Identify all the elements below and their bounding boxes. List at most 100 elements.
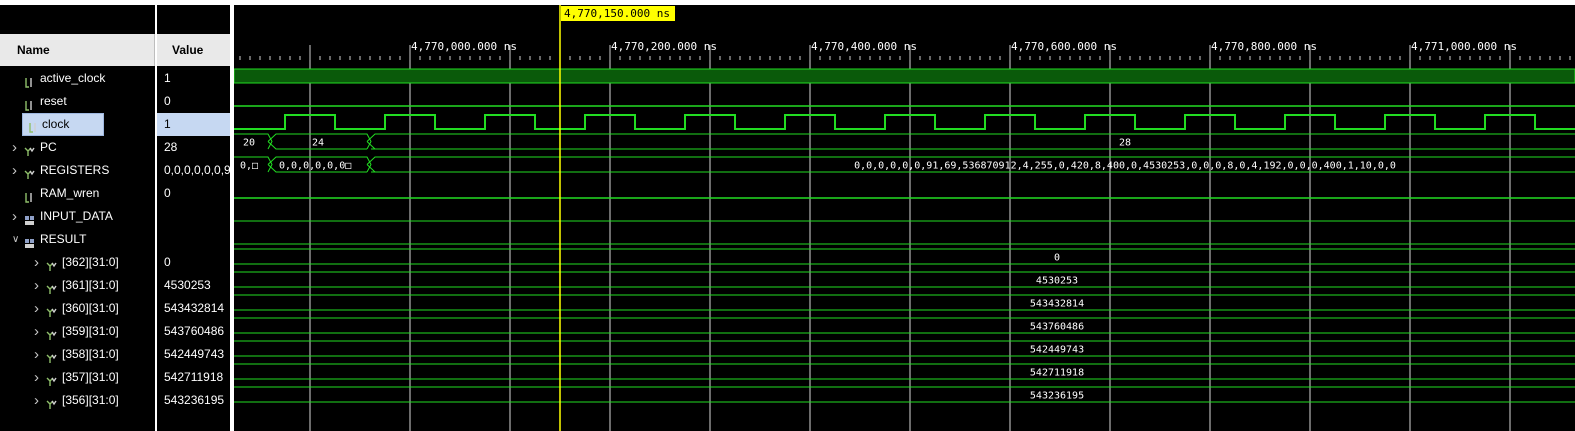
time-label: 4,770,200.000 ns — [611, 40, 717, 53]
signal-value[interactable]: 0 — [157, 90, 230, 113]
signal-row[interactable]: › INPUT_DATA — [0, 205, 155, 228]
signal-value[interactable]: 0 — [157, 251, 230, 274]
bit-signal-icon — [24, 188, 35, 203]
signal-value[interactable]: 543236195 — [157, 389, 230, 412]
bus-signal-icon — [46, 395, 57, 409]
signal-name: PC — [40, 140, 57, 154]
name-column-header[interactable]: Name — [0, 34, 155, 66]
signal-value[interactable] — [157, 228, 230, 251]
result-element-bus-label: 4530253 — [1036, 276, 1078, 287]
signal-name: [362][31:0] — [62, 255, 119, 269]
signal-name: [358][31:0] — [62, 347, 119, 361]
signal-value[interactable]: 28 — [157, 136, 230, 159]
signal-name: reset — [40, 94, 67, 108]
signal-row[interactable]: › [357][31:0] — [0, 366, 155, 389]
time-label: 4,770,400.000 ns — [811, 40, 917, 53]
signal-value[interactable] — [157, 205, 230, 228]
result-element-bus-label: 543236195 — [1030, 391, 1084, 402]
signal-row[interactable]: clock — [22, 113, 104, 136]
pc-bus-segment — [366, 133, 1575, 150]
expand-chevron-icon[interactable]: › — [34, 343, 39, 366]
bus-signal-icon — [46, 349, 57, 363]
signal-value[interactable]: 0 — [157, 182, 230, 205]
pc-bus-label: 28 — [1119, 138, 1131, 149]
signal-row[interactable]: › [361][31:0] — [0, 274, 155, 297]
signal-row[interactable]: › PC — [0, 136, 155, 159]
expand-chevron-icon[interactable]: › — [12, 159, 17, 182]
waveform-canvas[interactable]: 4,770,000.000 ns 4,770,200.000 ns 4,770,40… — [234, 5, 1575, 431]
result-element-bus-label: 543760486 — [1030, 322, 1084, 333]
pc-bus-label: 24 — [312, 138, 324, 149]
bus-signal-icon — [46, 372, 57, 386]
result-element-bus-label: 543432814 — [1030, 299, 1084, 310]
signal-name: RAM_wren — [40, 186, 100, 200]
result-element-bus-label: 0 — [1054, 253, 1060, 264]
time-label: 4,770,000.000 ns — [411, 40, 517, 53]
signal-name: active_clock — [40, 71, 106, 85]
bus-signal-icon — [24, 165, 35, 179]
expand-chevron-icon[interactable]: › — [12, 136, 17, 159]
bus-signal-icon — [46, 326, 57, 340]
signal-value[interactable]: 4530253 — [157, 274, 230, 297]
pc-bus-label: 20 — [243, 138, 255, 149]
signal-row[interactable]: › [356][31:0] — [0, 389, 155, 412]
expand-chevron-icon[interactable]: › — [34, 389, 39, 412]
time-label: 4,771,000.000 ns — [1411, 40, 1517, 53]
result-element-bus-label: 542711918 — [1030, 368, 1084, 379]
signal-row[interactable]: › [362][31:0] — [0, 251, 155, 274]
bus-signal-icon — [46, 257, 57, 271]
result-element-bus-segment — [234, 248, 1575, 265]
signal-name: RESULT — [40, 232, 87, 246]
bus-signal-icon — [46, 280, 57, 294]
result-element-bus-label: 542449743 — [1030, 345, 1084, 356]
waveform-panel[interactable]: 4,770,000.000 ns 4,770,200.000 ns 4,770,40… — [234, 5, 1575, 431]
expand-chevron-icon[interactable]: › — [34, 274, 39, 297]
registers-bus-label: 0,0,0,0,0,0,91,69,536870912,4,255,0,420,… — [854, 161, 1396, 172]
signal-name: [357][31:0] — [62, 370, 119, 384]
signal-name: [361][31:0] — [62, 278, 119, 292]
signal-value[interactable]: 543432814 — [157, 297, 230, 320]
expand-chevron-icon[interactable]: › — [34, 320, 39, 343]
array-signal-icon — [24, 234, 35, 248]
signal-row[interactable]: › [358][31:0] — [0, 343, 155, 366]
signal-row[interactable]: reset — [0, 90, 155, 113]
signal-value[interactable]: 1 — [157, 113, 230, 136]
signal-value[interactable]: 543760486 — [157, 320, 230, 343]
bus-signal-icon — [46, 303, 57, 317]
signal-name: [359][31:0] — [62, 324, 119, 338]
result-element-bus-segment — [234, 386, 1575, 403]
time-label: 4,770,800.000 ns — [1211, 40, 1317, 53]
signal-row[interactable]: › [359][31:0] — [0, 320, 155, 343]
bit-signal-icon — [24, 96, 35, 111]
signal-value[interactable]: 1 — [157, 67, 230, 90]
signal-name: [356][31:0] — [62, 393, 119, 407]
value-column: Value 1 0 1 28 0,0,0,0,0,0,9 0 0 4530253 5434328… — [157, 5, 230, 431]
expand-chevron-icon[interactable]: › — [34, 297, 39, 320]
expand-chevron-icon[interactable]: › — [12, 205, 17, 228]
signal-name: INPUT_DATA — [40, 209, 113, 223]
signal-row[interactable]: › [360][31:0] — [0, 297, 155, 320]
signal-name: REGISTERS — [40, 163, 110, 177]
signal-value[interactable]: 542711918 — [157, 366, 230, 389]
result-element-bus-segment — [234, 363, 1575, 380]
signal-value[interactable]: 0,0,0,0,0,0,9 — [157, 159, 230, 182]
time-label: 4,770,600.000 ns — [1011, 40, 1117, 53]
result-element-bus-segment — [234, 271, 1575, 288]
result-element-bus-segment — [234, 340, 1575, 357]
name-column: Name active_clockreset clock › PC › REGISTERS… — [0, 5, 155, 431]
signal-row[interactable]: RAM_wren — [0, 182, 155, 205]
bus-signal-icon — [24, 142, 35, 156]
active-clock-waveform — [234, 68, 1575, 84]
collapse-chevron-icon[interactable]: ∨ — [12, 228, 19, 251]
value-column-header[interactable]: Value — [157, 34, 230, 66]
registers-bus-label: 0,0,0,0,0,0□ — [279, 161, 351, 172]
result-element-bus-segment — [234, 317, 1575, 334]
signal-row[interactable]: › REGISTERS — [0, 159, 155, 182]
expand-chevron-icon[interactable]: › — [34, 366, 39, 389]
signal-value[interactable]: 542449743 — [157, 343, 230, 366]
signal-name: clock — [42, 117, 70, 131]
signal-name: [360][31:0] — [62, 301, 119, 315]
signal-row[interactable]: ∨ RESULT — [0, 228, 155, 251]
expand-chevron-icon[interactable]: › — [34, 251, 39, 274]
signal-row[interactable]: active_clock — [0, 67, 155, 90]
